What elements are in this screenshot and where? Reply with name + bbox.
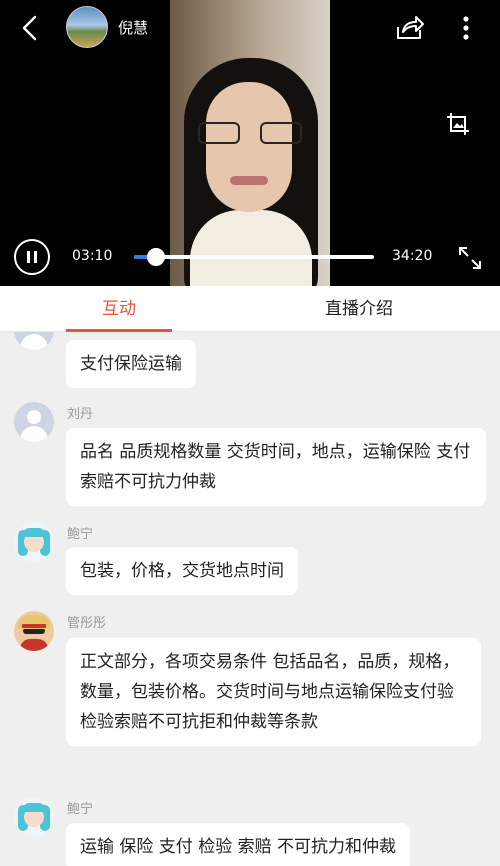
message-bubble: 运输 保险 支付 检验 索赔 不可抗力和仲裁 bbox=[66, 823, 411, 866]
screenshot-button[interactable] bbox=[440, 106, 476, 142]
progress-track[interactable] bbox=[134, 248, 374, 266]
host-info[interactable]: 倪慧 bbox=[66, 6, 148, 48]
message-bubble: 支付保险运输 bbox=[66, 340, 196, 388]
tab-bar: 互动 直播介绍 bbox=[0, 286, 500, 332]
message-bubble: 正文部分，各项交易条件 包括品名，品质，规格，数量，包装价格。交货时间与地点运输… bbox=[66, 638, 481, 746]
message-bubble: 品名 品质规格数量 交货时间，地点，运输保险 支付 索赔不可抗力仲裁 bbox=[66, 428, 486, 506]
user-avatar[interactable] bbox=[14, 332, 54, 350]
message-bubble: 包装，价格，交货地点时间 bbox=[66, 547, 298, 595]
progress-thumb[interactable] bbox=[147, 248, 166, 266]
user-avatar[interactable] bbox=[14, 402, 54, 442]
user-avatar[interactable] bbox=[14, 797, 54, 837]
host-avatar[interactable] bbox=[66, 6, 108, 48]
host-name: 倪慧 bbox=[118, 18, 149, 37]
user-avatar[interactable] bbox=[14, 611, 54, 651]
expand-icon bbox=[459, 247, 481, 269]
chevron-left-icon bbox=[22, 15, 37, 41]
user-avatar[interactable] bbox=[14, 522, 54, 562]
share-button[interactable] bbox=[392, 10, 428, 46]
video-player[interactable]: 倪慧 03:10 34:20 bbox=[0, 0, 500, 286]
fullscreen-button[interactable] bbox=[452, 240, 488, 276]
sender-name: 鲍宁 bbox=[67, 802, 94, 817]
more-options-button[interactable] bbox=[450, 10, 482, 46]
vertical-dots-icon bbox=[463, 16, 469, 40]
tab-live-intro[interactable]: 直播介绍 bbox=[304, 286, 414, 332]
pause-button[interactable] bbox=[14, 239, 50, 275]
share-icon bbox=[397, 16, 424, 39]
current-time: 03:10 bbox=[72, 248, 113, 264]
pause-icon bbox=[27, 251, 37, 263]
total-time: 34:20 bbox=[392, 248, 433, 264]
chat-list[interactable]: 支付保险运输 刘丹 品名 品质规格数量 交货时间，地点，运输保险 支付 索赔不可… bbox=[0, 332, 500, 866]
crop-image-icon bbox=[447, 113, 469, 135]
tab-interaction[interactable]: 互动 bbox=[66, 286, 172, 332]
sender-name: 管彤彤 bbox=[67, 616, 107, 631]
sender-name: 鲍宁 bbox=[67, 527, 94, 542]
video-frame[interactable] bbox=[170, 0, 330, 286]
back-button[interactable] bbox=[12, 10, 48, 46]
sender-name: 刘丹 bbox=[67, 407, 94, 422]
